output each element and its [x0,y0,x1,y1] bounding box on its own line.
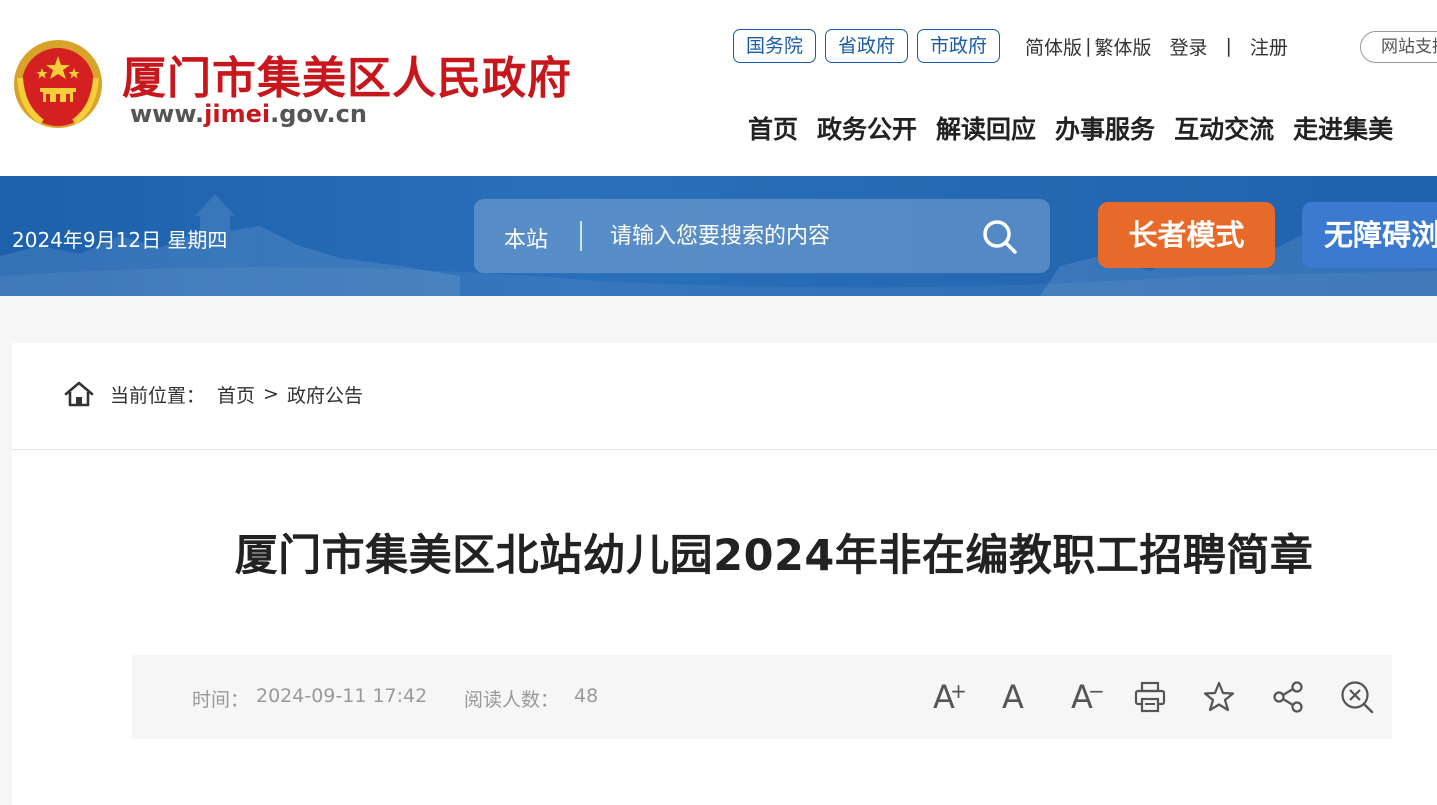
site-url-highlight: jimei [204,100,271,128]
article-meta-bar: 时间： 2024-09-11 17:42 阅读人数： 48 A + A A − [132,655,1392,739]
search-scope-selector[interactable]: 本站 [504,222,548,254]
publish-time: 2024-09-11 17:42 [256,685,428,707]
site-name[interactable]: 厦门市集美区人民政府 [122,42,572,106]
accessibility-button[interactable]: 无障碍浏览 [1302,202,1437,268]
site-support-button[interactable]: 网站支持 [1360,31,1437,63]
elder-mode-button[interactable]: 长者模式 [1098,202,1275,268]
article-card: 当前位置： 首页 > 政府公告 厦门市集美区北站幼儿园2024年非在编教职工招聘… [12,343,1437,805]
site-url-prefix: www. [130,100,205,128]
publish-time-label: 时间： [192,689,250,711]
font-larger-icon: A + [933,677,967,717]
site-url[interactable]: www.jimei.gov.cn [130,100,367,128]
print-button[interactable] [1130,677,1170,717]
search-divider [580,221,582,251]
breadcrumb-home-link[interactable]: 首页 [217,381,255,408]
current-date: 2024年9月12日 星期四 [12,228,228,252]
nav-interpretation[interactable]: 解读回应 [936,110,1036,146]
breadcrumb-current-link[interactable]: 政府公告 [287,381,363,408]
star-icon [1203,681,1235,712]
font-larger-plus: + [950,679,967,703]
site-header: 厦门市集美区人民政府 www.jimei.gov.cn 国务院 省政府 市政府 … [0,0,1437,176]
lang-separator: | [1085,35,1092,57]
favorite-button[interactable] [1199,677,1239,717]
search-icon[interactable] [980,217,1020,257]
home-icon [64,381,94,407]
national-emblem-icon[interactable] [12,38,104,134]
card-divider [12,449,1437,450]
nav-services[interactable]: 办事服务 [1055,110,1155,146]
register-link[interactable]: 注册 [1250,33,1288,60]
lang-simplified-link[interactable]: 简体版 [1025,33,1082,60]
search-input[interactable] [610,213,970,259]
font-smaller-minus: − [1088,679,1105,703]
close-zoom-button[interactable] [1337,677,1377,717]
font-default-button[interactable]: A [993,677,1033,717]
top-links: 国务院 省政府 市政府 简体版 | 繁体版 登录 | 注册 [733,29,1288,63]
lang-traditional-link[interactable]: 繁体版 [1094,33,1151,60]
read-count-label: 阅读人数： [464,689,560,711]
gov-link-state-council[interactable]: 国务院 [733,29,817,63]
font-smaller-button[interactable]: A − [1062,677,1105,717]
zoom-out-close-icon [1341,681,1374,714]
print-icon [1134,681,1166,713]
search-box: 本站 [474,199,1050,273]
read-count: 48 [574,685,599,707]
login-link[interactable]: 登录 [1169,33,1207,60]
article-title: 厦门市集美区北站幼儿园2024年非在编教职工招聘简章 [234,531,1314,581]
nav-home[interactable]: 首页 [748,110,798,146]
gov-link-province[interactable]: 省政府 [825,29,909,63]
breadcrumb: 当前位置： 首页 > 政府公告 [64,380,363,408]
gov-link-city[interactable]: 市政府 [917,29,1001,63]
font-smaller-icon: A − [1071,677,1105,717]
nav-interaction[interactable]: 互动交流 [1174,110,1274,146]
share-icon [1273,681,1303,713]
nav-gov-affairs[interactable]: 政务公开 [817,110,917,146]
breadcrumb-arrow: > [263,383,279,405]
search-banner: 2024年9月12日 星期四 本站 长者模式 无障碍浏览 [0,176,1437,296]
main-nav: 首页 政务公开 解读回应 办事服务 互动交流 走进集美 [748,110,1412,146]
auth-separator: | [1225,35,1232,57]
font-default-icon: A [1002,678,1024,716]
breadcrumb-label: 当前位置： [110,384,206,407]
share-button[interactable] [1268,677,1308,717]
nav-about-jimei[interactable]: 走进集美 [1293,110,1393,146]
site-url-suffix: .gov.cn [270,100,367,128]
font-larger-button[interactable]: A + [924,677,967,717]
